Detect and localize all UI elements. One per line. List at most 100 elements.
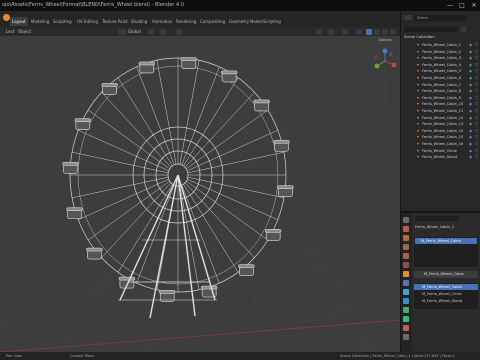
tab-layout[interactable]: Layout	[10, 17, 28, 26]
visibility-eye-icon[interactable]: ◉	[469, 115, 472, 121]
tab-scripting[interactable]: Scripting	[261, 17, 283, 26]
pan-hand-icon[interactable]	[388, 86, 394, 92]
shading-rendered-icon[interactable]	[382, 28, 388, 35]
render-tab-icon[interactable]	[403, 226, 409, 232]
visibility-eye-icon[interactable]: ◉	[469, 108, 472, 114]
object-menu[interactable]: Object	[18, 27, 31, 36]
view-object-types-icon[interactable]	[316, 28, 322, 35]
visibility-eye-icon[interactable]: ◉	[469, 148, 472, 154]
outliner-item[interactable]: ▾ Ferris_Wheel_Circle ◉ ▽	[401, 148, 480, 154]
visibility-eye-icon[interactable]: ◉	[469, 68, 472, 74]
outliner-item[interactable]: ▾ Ferris_Wheel_Cabin_6 ◉ ▽	[401, 75, 480, 81]
outliner-editor-icon[interactable]	[404, 15, 412, 20]
mode-menu[interactable]: Lect	[6, 27, 14, 36]
gizmo-z-icon[interactable]	[382, 48, 388, 54]
texture-tab-icon[interactable]	[403, 334, 409, 340]
blender-logo-icon[interactable]	[3, 14, 10, 21]
outliner-item[interactable]: ▾ Ferris_Wheel_Cabin_16 ◉ ▽	[401, 141, 480, 147]
transform-orientation-select[interactable]: Global	[128, 27, 141, 36]
tab-rendering[interactable]: Rendering	[174, 17, 198, 26]
constraints-tab-icon[interactable]	[403, 307, 409, 313]
outliner-item[interactable]: ▾ Ferris_Wheel_Cabin_10 ◉ ▽	[401, 101, 480, 107]
pivot-icon[interactable]	[148, 28, 154, 35]
particles-tab-icon[interactable]	[403, 289, 409, 295]
gizmo-x-icon[interactable]	[391, 62, 397, 68]
visibility-eye-icon[interactable]: ◉	[469, 141, 472, 147]
outliner-item[interactable]: ▾ Ferris_Wheel_Cabin_1 ◉ ▽	[401, 42, 480, 48]
transform-orientation-icon[interactable]	[118, 28, 126, 35]
material-option-stand[interactable]: M_Ferris_Wheel_Stand	[414, 298, 478, 304]
view-layer-tab-icon[interactable]	[403, 244, 409, 250]
tab-compositing[interactable]: Compositing	[198, 17, 227, 26]
tab-uv-editing[interactable]: UV Editing	[75, 17, 100, 26]
modifiers-tab-icon[interactable]	[403, 280, 409, 286]
outliner-item[interactable]: ▾ Ferris_Wheel_Cabin_8 ◉ ▽	[401, 88, 480, 94]
material-option-cabin[interactable]: M_Ferris_Wheel_Cabin	[414, 284, 478, 290]
tab-sculpting[interactable]: Sculpting	[51, 17, 74, 26]
shading-solid-icon[interactable]	[366, 28, 372, 35]
visibility-eye-icon[interactable]: ◉	[469, 55, 472, 61]
outliner-item[interactable]: ▾ Ferris_Wheel_Stand ◉ ▽	[401, 154, 480, 160]
material-browse-field[interactable]: M_Ferris_Wheel_Cabin	[414, 271, 478, 278]
shading-options-icon[interactable]	[390, 28, 396, 35]
visibility-eye-icon[interactable]: ◉	[469, 42, 472, 48]
tab-shading[interactable]: Shading	[129, 17, 149, 26]
navigation-gizmo[interactable]	[372, 48, 398, 74]
output-tab-icon[interactable]	[403, 235, 409, 241]
outliner-search-input[interactable]	[404, 27, 458, 32]
visibility-eye-icon[interactable]: ◉	[469, 95, 472, 101]
visibility-eye-icon[interactable]: ◉	[469, 134, 472, 140]
outliner-item[interactable]: ▾ Ferris_Wheel_Cabin_12 ◉ ▽	[401, 115, 480, 121]
visibility-eye-icon[interactable]: ◉	[469, 101, 472, 107]
tab-geometry-nodes[interactable]: Geometry Nodes	[227, 17, 265, 26]
data-tab-icon[interactable]	[403, 316, 409, 322]
outliner-item[interactable]: ▾ Ferris_Wheel_Cabin_11 ◉ ▽	[401, 108, 480, 114]
outliner-item[interactable]: ▾ Ferris_Wheel_Cabin_3 ◉ ▽	[401, 55, 480, 61]
physics-tab-icon[interactable]	[403, 298, 409, 304]
gizmo-y-icon[interactable]	[374, 63, 380, 69]
properties-search-input[interactable]	[415, 216, 459, 221]
scene-tab-icon[interactable]	[403, 253, 409, 259]
maximize-button[interactable]: □	[456, 0, 468, 11]
visibility-eye-icon[interactable]: ◉	[469, 121, 472, 127]
visibility-eye-icon[interactable]: ◉	[469, 154, 472, 160]
material-tab-icon[interactable]	[403, 325, 409, 331]
outliner-item[interactable]: ▾ Ferris_Wheel_Cabin_13 ◉ ▽	[401, 121, 480, 127]
gizmo-toggle-icon[interactable]	[328, 28, 334, 35]
visibility-eye-icon[interactable]: ◉	[469, 128, 472, 134]
object-tab-icon[interactable]	[403, 271, 409, 277]
tab-texture-paint[interactable]: Texture Paint	[100, 17, 130, 26]
outliner-item[interactable]: ▾ Ferris_Wheel_Cabin_4 ◉ ▽	[401, 62, 480, 68]
snap-icon[interactable]	[160, 28, 166, 35]
proportional-edit-icon[interactable]	[176, 28, 182, 35]
xray-toggle-icon[interactable]	[356, 28, 362, 35]
tab-modeling[interactable]: Modeling	[29, 17, 51, 26]
visibility-eye-icon[interactable]: ◉	[469, 75, 472, 81]
visibility-eye-icon[interactable]: ◉	[469, 88, 472, 94]
scene-field[interactable]: Scene	[414, 15, 467, 21]
material-option-circle[interactable]: M_Ferris_Wheel_Circle	[414, 291, 478, 297]
visibility-eye-icon[interactable]: ◉	[469, 82, 472, 88]
outliner-item[interactable]: ▾ Ferris_Wheel_Cabin_2 ◉ ▽	[401, 49, 480, 55]
filter-icon[interactable]	[461, 27, 466, 32]
minimize-button[interactable]: —	[444, 0, 456, 11]
outliner-item[interactable]: ▾ Ferris_Wheel_Cabin_9 ◉ ▽	[401, 95, 480, 101]
zoom-icon[interactable]	[388, 78, 394, 84]
outliner-item[interactable]: ▾ Ferris_Wheel_Cabin_15 ◉ ▽	[401, 134, 480, 140]
scene-collection-row[interactable]: Scene Collection	[404, 35, 435, 39]
tool-tab-icon[interactable]	[403, 217, 409, 223]
close-window-button[interactable]: ✕	[468, 0, 480, 11]
outliner-item[interactable]: ▾ Ferris_Wheel_Cabin_7 ◉ ▽	[401, 82, 480, 88]
visibility-eye-icon[interactable]: ◉	[469, 49, 472, 55]
overlays-icon[interactable]	[342, 28, 348, 35]
world-tab-icon[interactable]	[403, 262, 409, 268]
outliner-item[interactable]: ▾ Ferris_Wheel_Cabin_5 ◉ ▽	[401, 68, 480, 74]
shading-material-icon[interactable]	[374, 28, 380, 35]
visibility-eye-icon[interactable]: ◉	[469, 62, 472, 68]
tab-animation[interactable]: Animation	[150, 17, 174, 26]
camera-view-icon[interactable]	[388, 94, 394, 100]
material-slot-list[interactable]: M_Ferris_Wheel_Cabin	[414, 237, 478, 267]
3d-viewport[interactable]: Options	[0, 36, 400, 352]
material-slot-row[interactable]: M_Ferris_Wheel_Cabin	[415, 238, 477, 244]
perspective-grid-icon[interactable]	[388, 102, 394, 108]
